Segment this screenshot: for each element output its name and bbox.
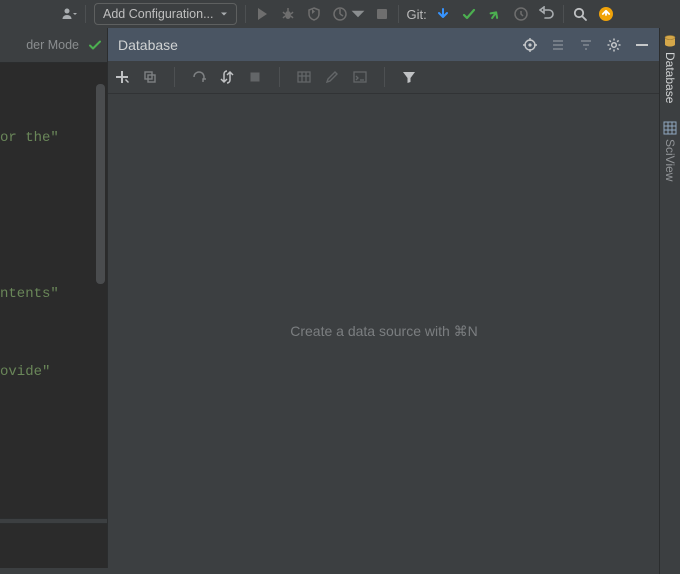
add-icon[interactable] bbox=[114, 69, 130, 85]
git-push-icon[interactable] bbox=[487, 6, 503, 22]
search-icon[interactable] bbox=[572, 6, 588, 22]
database-tool-window: Database bbox=[107, 28, 660, 568]
toolbar-separator bbox=[279, 67, 280, 87]
user-dropdown-icon[interactable] bbox=[61, 6, 77, 22]
database-empty-hint: Create a data source with ⌘N bbox=[290, 323, 478, 340]
database-toolbar bbox=[108, 61, 660, 94]
main-toolbar: Add Configuration... Git: bbox=[0, 0, 680, 29]
duplicate-icon[interactable] bbox=[142, 69, 158, 85]
filter-icon[interactable] bbox=[401, 69, 417, 85]
sync-icon[interactable] bbox=[219, 69, 235, 85]
editor-body[interactable]: or the" ntents" ovide" names. " bbox=[0, 63, 107, 568]
git-commit-icon[interactable] bbox=[461, 6, 477, 22]
code-line: ntents" bbox=[0, 281, 107, 307]
coverage-icon[interactable] bbox=[306, 6, 322, 22]
run-icon[interactable] bbox=[254, 6, 270, 22]
editor-area: der Mode or the" ntents" ovide" names. " bbox=[0, 28, 107, 568]
code-line bbox=[0, 437, 107, 463]
tab-sciview-label: SciView bbox=[663, 139, 677, 181]
code-line: or the" bbox=[0, 125, 107, 151]
code-line: ovide" bbox=[0, 359, 107, 385]
toolbar-separator bbox=[563, 5, 564, 23]
refresh-icon[interactable] bbox=[191, 69, 207, 85]
edit-icon[interactable] bbox=[324, 69, 340, 85]
ide-update-icon[interactable] bbox=[598, 6, 614, 22]
editor-scrollbar-thumb[interactable] bbox=[96, 84, 105, 284]
right-sidebar: Database SciView bbox=[659, 28, 680, 574]
target-icon[interactable] bbox=[522, 37, 538, 53]
git-revert-icon[interactable] bbox=[539, 6, 555, 22]
code-line bbox=[0, 203, 107, 229]
editor-split[interactable] bbox=[0, 518, 107, 524]
database-icon bbox=[663, 34, 677, 48]
profile-icon[interactable] bbox=[332, 6, 348, 22]
tab-database-label: Database bbox=[663, 52, 677, 103]
hide-icon[interactable] bbox=[634, 37, 650, 53]
database-title: Database bbox=[118, 37, 510, 53]
tab-database[interactable]: Database bbox=[663, 34, 677, 103]
expand-top-icon[interactable] bbox=[550, 37, 566, 53]
git-pull-icon[interactable] bbox=[435, 6, 451, 22]
profile-dropdown-icon[interactable] bbox=[350, 6, 366, 22]
tab-sciview[interactable]: SciView bbox=[663, 121, 677, 181]
git-history-icon[interactable] bbox=[513, 6, 529, 22]
debug-icon[interactable] bbox=[280, 6, 296, 22]
toolbar-separator bbox=[245, 5, 246, 23]
run-config-label: Add Configuration... bbox=[103, 7, 214, 21]
settings-icon[interactable] bbox=[606, 37, 622, 53]
toolbar-separator bbox=[398, 5, 399, 23]
run-config-dropdown[interactable]: Add Configuration... bbox=[94, 3, 237, 25]
stop-icon[interactable] bbox=[374, 6, 390, 22]
editor-header: der Mode bbox=[0, 28, 107, 63]
git-label: Git: bbox=[407, 7, 427, 22]
expand-bottom-icon[interactable] bbox=[578, 37, 594, 53]
console-icon[interactable] bbox=[352, 69, 368, 85]
reader-mode-label: der Mode bbox=[26, 38, 79, 52]
table-icon[interactable] bbox=[296, 69, 312, 85]
toolbar-separator bbox=[85, 5, 86, 23]
toolbar-separator bbox=[174, 67, 175, 87]
sciview-icon bbox=[663, 121, 677, 135]
database-empty-body: Create a data source with ⌘N bbox=[108, 94, 660, 568]
inspection-ok-icon[interactable] bbox=[87, 37, 103, 53]
stop-db-icon[interactable] bbox=[247, 69, 263, 85]
toolbar-separator bbox=[384, 67, 385, 87]
database-titlebar: Database bbox=[108, 28, 660, 61]
